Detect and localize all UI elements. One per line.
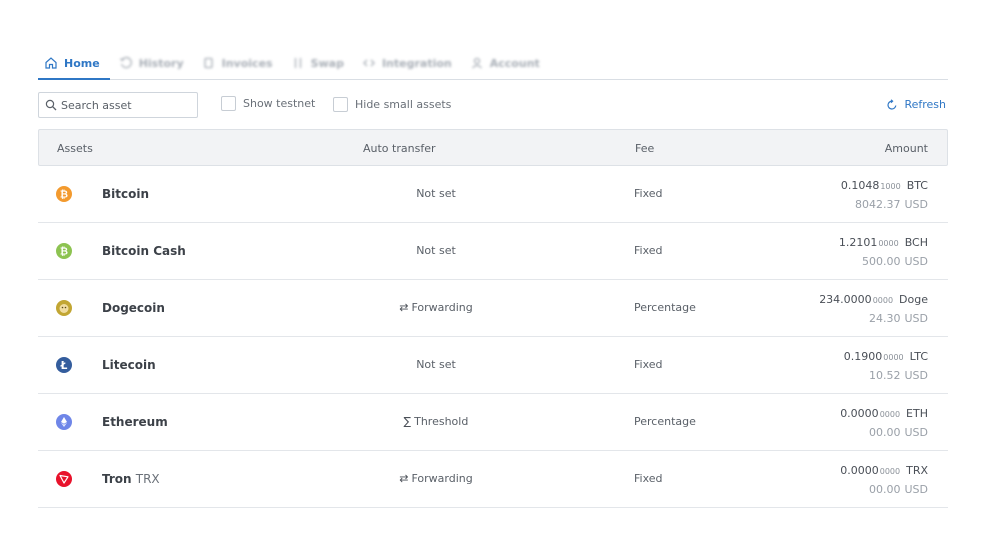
auto-transfer: Not set <box>416 244 456 257</box>
tab-swap[interactable]: Swap <box>282 47 353 79</box>
code-icon <box>362 56 376 70</box>
auto-transfer: ⇄ Forwarding <box>399 472 473 485</box>
table-row[interactable]: Ethereum ∑ Threshold Percentage 0.0000000… <box>38 394 948 451</box>
amount-cell: 0.00000000 ETH 00.00 USD <box>840 407 928 439</box>
threshold-icon: ∑ <box>403 415 412 428</box>
table-row[interactable]: ₿ Bitcoin Cash Not set Fixed 1.21010000 B… <box>38 223 948 280</box>
tab-label: Swap <box>310 56 344 70</box>
show-testnet-checkbox[interactable]: Show testnet <box>221 96 315 111</box>
swap-icon <box>291 56 305 70</box>
tab-integration[interactable]: Integration <box>353 47 461 79</box>
search-input[interactable] <box>61 98 186 112</box>
search-icon <box>45 99 57 111</box>
amount-cell: 0.10481000 BTC 8042.37 USD <box>840 179 928 211</box>
header-assets: Assets <box>57 142 93 155</box>
hide-small-assets-label: Hide small assets <box>355 98 452 111</box>
svg-text:Ł: Ł <box>60 360 68 372</box>
tab-account[interactable]: Account <box>461 47 549 79</box>
asset-name: Litecoin <box>102 358 156 372</box>
refresh-button[interactable]: Refresh <box>886 98 946 111</box>
show-testnet-label: Show testnet <box>243 97 316 110</box>
fee-type: Percentage <box>634 415 696 428</box>
tab-label: History <box>138 56 184 70</box>
amount-cell: 234.00000000 Doge 24.30 USD <box>819 293 928 325</box>
table-row[interactable]: Ł Litecoin Not set Fixed 0.19000000 LTC 1… <box>38 337 948 394</box>
checkbox-box[interactable] <box>221 96 236 111</box>
fee-type: Fixed <box>634 358 663 371</box>
table-row[interactable]: Dogecoin ⇄ Forwarding Percentage 234.0000… <box>38 280 948 337</box>
table-header: Assets Auto transfer Fee Amount <box>38 129 948 166</box>
tab-label: Invoices <box>221 56 273 70</box>
history-icon <box>119 56 133 70</box>
asset-name: Bitcoin <box>102 187 150 201</box>
home-icon <box>44 56 58 70</box>
tab-label: Account <box>489 56 540 70</box>
fee-type: Fixed <box>634 187 663 200</box>
tron-icon <box>56 471 72 487</box>
user-icon <box>470 56 484 70</box>
amount-cell: 1.21010000 BCH 500.00 USD <box>838 236 928 268</box>
dogecoin-icon <box>56 300 72 316</box>
asset-name: Tron TRX <box>102 472 160 486</box>
tab-home[interactable]: Home <box>38 48 110 80</box>
auto-transfer: Not set <box>416 358 456 371</box>
header-amount: Amount <box>884 142 928 155</box>
tab-label: Integration <box>381 56 452 70</box>
invoices-icon <box>202 56 216 70</box>
auto-transfer: ∑ Threshold <box>403 415 469 428</box>
refresh-label: Refresh <box>904 98 946 111</box>
asset-name: Bitcoin Cash <box>102 244 186 258</box>
hide-small-assets-checkbox[interactable]: Hide small assets <box>333 97 451 112</box>
search-box[interactable] <box>38 92 198 118</box>
fee-type: Fixed <box>634 472 663 485</box>
refresh-icon <box>887 98 897 110</box>
fee-type: Fixed <box>634 244 663 257</box>
asset-name: Dogecoin <box>102 301 165 315</box>
ethereum-icon <box>56 414 72 430</box>
auto-transfer: ⇄ Forwarding <box>399 301 473 314</box>
bitcoin-cash-icon: ₿ <box>56 243 72 259</box>
svg-text:₿: ₿ <box>60 246 68 258</box>
forwarding-icon: ⇄ <box>399 472 409 485</box>
header-auto-transfer: Auto transfer <box>363 142 436 155</box>
auto-transfer: Not set <box>416 187 456 200</box>
table-row[interactable]: ₿ Bitcoin Not set Fixed 0.10481000 BTC 80… <box>38 166 948 223</box>
header-fee: Fee <box>635 142 655 155</box>
amount-cell: 0.00000000 TRX 00.00 USD <box>840 464 928 496</box>
forwarding-icon: ⇄ <box>399 301 409 314</box>
checkbox-box[interactable] <box>333 97 348 112</box>
tab-history[interactable]: History <box>110 47 193 79</box>
tab-label: Home <box>64 56 100 70</box>
table-row[interactable]: Tron TRX ⇄ Forwarding Fixed 0.00000000 TRX… <box>38 451 948 508</box>
svg-text:₿: ₿ <box>60 189 68 201</box>
fee-type: Percentage <box>634 301 696 314</box>
asset-name: Ethereum <box>102 415 168 429</box>
litecoin-icon: Ł <box>56 357 72 373</box>
amount-cell: 0.19000000 LTC 10.52 USD <box>843 350 928 382</box>
bitcoin-icon: ₿ <box>56 186 72 202</box>
tab-invoices[interactable]: Invoices <box>193 47 282 79</box>
nav-tabs: Home History Invoices Swap Integration A… <box>38 48 948 80</box>
